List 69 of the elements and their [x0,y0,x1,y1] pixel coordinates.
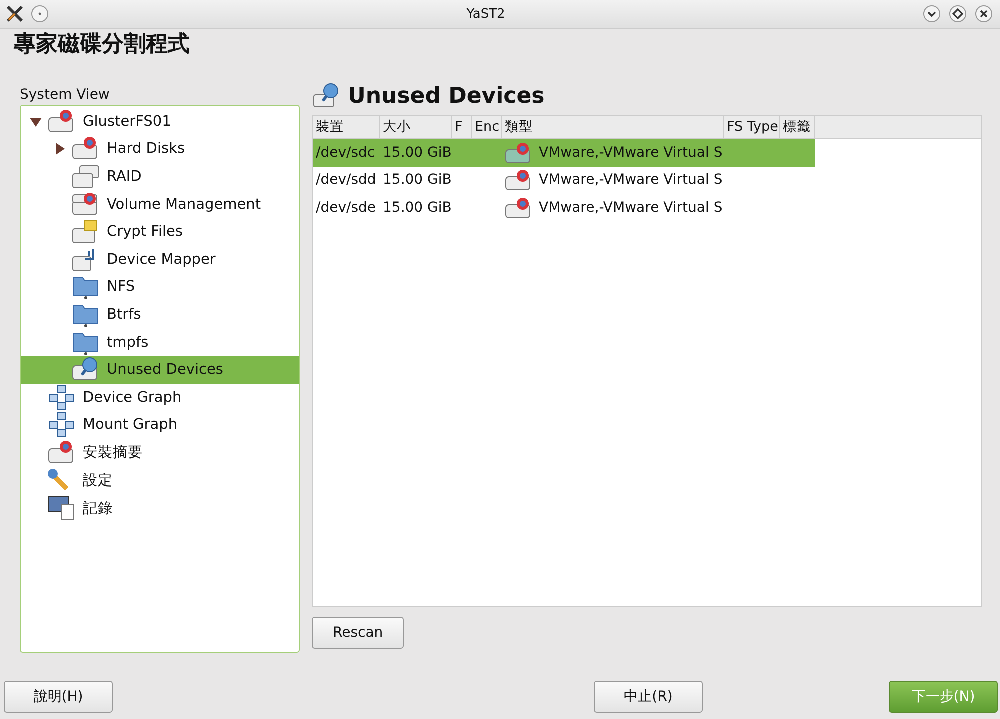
tree-item-label: Device Mapper [107,252,216,268]
table-cell-text: 15.00 GiB [382,200,453,216]
tree-item-label: Device Graph [83,390,182,406]
table-cell: VMware,-VMware Virtual S [539,144,723,161]
tree-item-label: Crypt Files [107,224,183,240]
table-cell-text: 15.00 GiB [382,172,453,188]
tree-item[interactable]: Btrfs [21,301,299,329]
tree-item[interactable]: Device Graph [21,384,299,412]
tree-item-label: RAID [107,168,142,185]
tree-item[interactable]: 設定 [21,466,299,494]
tree-item-label: 設定 [83,472,113,490]
table-cell-text: 15.00 GiB [382,144,453,161]
tree-item-label: Unused Devices [107,362,224,378]
tree-item[interactable]: Mount Graph [21,412,299,440]
tree-item-label: tmpfs [107,334,149,351]
column-header[interactable]: F [452,116,472,138]
tree-item[interactable]: Volume Management [21,190,299,218]
close-button[interactable] [974,4,994,24]
tree-item-label: Btrfs [107,306,142,323]
hard-disk-icon [505,169,533,192]
tree-item[interactable]: Hard Disks [21,136,299,164]
window-menu-button[interactable] [30,4,50,24]
table-cell-text: /dev/sdd [315,172,378,188]
tree-item[interactable]: NFS [21,274,299,302]
tree-item[interactable]: tmpfs [21,328,299,356]
x-logo-icon [6,5,24,23]
hard-disk-icon [505,142,533,164]
table-cell: VMware,-VMware Virtual S [539,200,723,216]
tree-item-label: GlusterFS01 [83,114,172,130]
tree-item[interactable]: 記錄 [21,494,299,522]
table-cell-text: /dev/sde [315,200,378,216]
tree-item-label: NFS [107,279,136,296]
panel-title: Unused Devices [348,84,545,108]
tree-item-label: 記錄 [83,500,113,518]
graph-nodes-icon [47,384,77,411]
tree-item[interactable]: RAID [21,163,299,191]
column-header[interactable]: 類型 [502,116,724,138]
page-heading: 專家磁碟分割程式 [14,30,191,59]
disk-stack-icon [71,164,101,190]
column-header[interactable]: Enc [472,116,502,138]
tree-item[interactable]: GlusterFS01 [21,108,299,136]
column-header[interactable]: FS Type [724,116,780,138]
abort-button[interactable]: 中止(R) [594,681,703,713]
monitor-document-icon [47,495,77,522]
tree-item[interactable]: Crypt Files [21,218,299,246]
column-header[interactable]: 標籤 [780,116,815,138]
table-cell: VMware,-VMware Virtual S [539,172,723,188]
tree-item[interactable]: Device Mapper [21,246,299,274]
table-row[interactable]: /dev/sdc 15.00 GiB VMware,-VMware Virtual S [313,139,815,167]
help-button[interactable]: 說明(H) [4,681,113,713]
maximize-button[interactable] [948,4,968,24]
hard-disk-icon [505,196,533,219]
table-row[interactable]: /dev/sdd 15.00 GiB VMware,-VMware Virtual S [313,166,815,194]
tree-item-label: Hard Disks [107,141,186,158]
tree-item-label: 安裝摘要 [83,444,143,462]
expander-icon[interactable] [53,142,67,156]
tree-item[interactable]: Unused Devices [21,356,299,384]
system-view-label: System View [20,87,111,103]
rescan-button[interactable]: Rescan [312,617,404,649]
graph-nodes-icon [47,412,77,438]
table-row[interactable]: /dev/sde 15.00 GiB VMware,-VMware Virtual S [313,194,815,222]
column-header[interactable]: 裝置 [313,116,380,138]
tree-item[interactable]: 安裝摘要 [21,439,299,467]
table-cell-text: /dev/sdc [315,144,376,161]
window-title: YaST2 [466,6,506,22]
column-header[interactable]: 大小 [380,116,452,138]
tree-item-label: Volume Management [107,196,262,213]
tree-item-label: Mount Graph [83,417,178,434]
minimize-button[interactable] [922,4,942,24]
